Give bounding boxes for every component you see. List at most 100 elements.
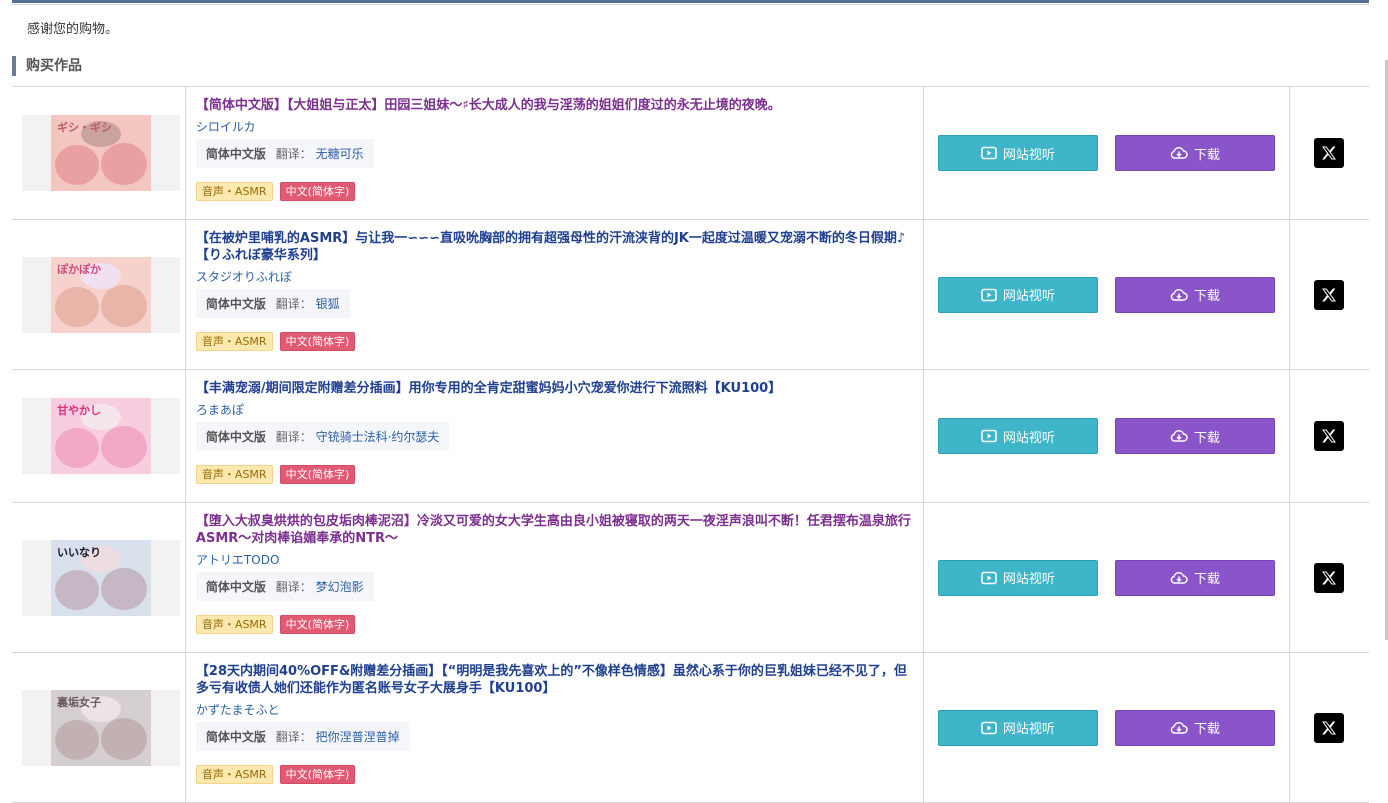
work-title-link[interactable]: 【在被炉里哺乳的ASMR】与让我一∽∽∽直吸吮胸部的拥有超强母性的汗流浃背的JK… <box>196 230 913 264</box>
share-cell <box>1289 219 1369 370</box>
share-cell <box>1289 86 1369 220</box>
work-thumbnail[interactable]: ぽかぽか <box>51 256 151 333</box>
tag-list: 音声・ASMR 中文(简体字) <box>195 180 913 201</box>
translator-prefix: 翻译： <box>275 430 312 444</box>
thumbnail-frame[interactable]: 裏垢女子 <box>22 689 180 766</box>
translator-prefix: 翻译： <box>275 580 312 594</box>
thumbnail-frame[interactable]: ギシ・ギシ <box>22 115 180 191</box>
play-icon <box>981 146 997 160</box>
translation-info: 简体中文版 翻译： 无糖可乐 <box>195 139 374 168</box>
circle-link[interactable]: かずたまそふと <box>196 701 913 718</box>
x-share-button[interactable] <box>1314 279 1345 310</box>
circle-link[interactable]: スタジオりふれぼ <box>196 268 913 285</box>
x-share-button[interactable] <box>1314 138 1345 168</box>
info-cell: 【在被炉里哺乳的ASMR】与让我一∽∽∽直吸吮胸部的拥有超强母性的汗流浃背的JK… <box>185 219 925 370</box>
work-thumbnail[interactable]: 裏垢女子 <box>51 689 151 766</box>
work-title-link[interactable]: 【丰满宠溺/期间限定附赠差分插画】用你专用的全肯定甜蜜妈妈小穴宠爱你进行下流照料… <box>196 380 913 397</box>
play-button[interactable]: 网站视听 <box>937 559 1098 596</box>
tag-voice-asmr[interactable]: 音声・ASMR <box>195 182 273 201</box>
x-share-button[interactable] <box>1314 712 1345 743</box>
download-button-label: 下载 <box>1193 289 1220 304</box>
share-cell <box>1289 369 1369 503</box>
translation-info: 简体中文版 翻译： 守铳骑士法科·约尔瑟夫 <box>195 422 450 451</box>
download-button[interactable]: 下载 <box>1114 276 1275 313</box>
play-button-label: 网站视听 <box>1002 147 1055 163</box>
x-logo-icon <box>1322 146 1337 160</box>
tag-voice-asmr[interactable]: 音声・ASMR <box>195 332 273 351</box>
play-icon <box>981 721 997 734</box>
translator-name[interactable]: 把你涅普涅普掉 <box>316 730 400 744</box>
translator-name[interactable]: 梦幻泡影 <box>316 580 364 594</box>
table-row: 甘やかし 【丰满宠溺/期间限定附赠差分插画】用你专用的全肯定甜蜜妈妈小穴宠爱你进… <box>12 369 1369 503</box>
download-button[interactable]: 下载 <box>1114 559 1275 596</box>
translator-name[interactable]: 无糖可乐 <box>316 147 364 161</box>
lang-version-label: 简体中文版 <box>205 430 266 444</box>
thumbnail-text: 甘やかし <box>57 404 101 417</box>
thumbnail-text: ギシ・ギシ <box>57 121 112 134</box>
actions-cell: 网站视听 下载 <box>923 86 1290 220</box>
table-row: 裏垢女子 【28天内期间40%OFF&附赠差分插画】【“明明是我先喜欢上的”不像… <box>12 652 1369 803</box>
cloud-download-icon <box>1170 430 1188 442</box>
thanks-message: 感谢您的购物。 <box>27 22 119 37</box>
actions-cell: 网站视听 下载 <box>923 502 1290 653</box>
x-logo-icon <box>1322 721 1337 734</box>
tag-language[interactable]: 中文(简体字) <box>279 765 356 784</box>
work-thumbnail[interactable]: ギシ・ギシ <box>51 115 151 191</box>
work-title-link[interactable]: 【堕入大叔臭烘烘的包皮垢肉棒泥沼】冷淡又可爱的女大学生高由良小姐被寝取的两天一夜… <box>196 513 913 547</box>
circle-link[interactable]: シロイルカ <box>196 118 913 135</box>
x-share-button[interactable] <box>1314 562 1345 593</box>
translator-name[interactable]: 银狐 <box>316 297 340 311</box>
tag-voice-asmr[interactable]: 音声・ASMR <box>195 765 273 784</box>
tag-list: 音声・ASMR 中文(简体字) <box>195 763 913 784</box>
circle-link[interactable]: ろまあぽ <box>196 401 913 418</box>
play-button[interactable]: 网站视听 <box>937 135 1098 171</box>
download-button-label: 下载 <box>1193 722 1220 737</box>
play-button[interactable]: 网站视听 <box>937 418 1098 454</box>
thumbnail-text: いいなり <box>57 545 101 559</box>
tag-language[interactable]: 中文(简体字) <box>279 332 356 351</box>
play-button-label: 网站视听 <box>1002 289 1055 304</box>
tag-voice-asmr[interactable]: 音声・ASMR <box>195 615 273 634</box>
x-logo-icon <box>1322 429 1337 443</box>
circle-link[interactable]: アトリエTODO <box>196 551 913 568</box>
translator-prefix: 翻译： <box>275 730 312 744</box>
play-button[interactable]: 网站视听 <box>937 276 1098 313</box>
tag-voice-asmr[interactable]: 音声・ASMR <box>195 465 273 484</box>
translator-prefix: 翻译： <box>275 297 312 311</box>
translator-name[interactable]: 守铳骑士法科·约尔瑟夫 <box>316 430 440 444</box>
download-button-label: 下载 <box>1193 430 1220 446</box>
play-button-label: 网站视听 <box>1002 430 1055 446</box>
thumbnail-frame[interactable]: ぽかぽか <box>22 256 180 333</box>
thumbnail-cell: いいなり <box>12 502 186 653</box>
actions-cell: 网站视听 下载 <box>923 219 1290 370</box>
table-row: いいなり 【堕入大叔臭烘烘的包皮垢肉棒泥沼】冷淡又可爱的女大学生高由良小姐被寝取… <box>12 502 1369 653</box>
download-button-label: 下载 <box>1193 147 1220 163</box>
thumbnail-frame[interactable]: いいなり <box>22 539 180 616</box>
work-thumbnail[interactable]: いいなり <box>51 539 151 616</box>
download-button-label: 下载 <box>1193 572 1220 587</box>
download-button[interactable]: 下载 <box>1114 418 1275 454</box>
lang-version-label: 简体中文版 <box>205 297 266 311</box>
x-share-button[interactable] <box>1314 421 1345 451</box>
table-row: ギシ・ギシ 【简体中文版】【大姐姐与正太】田园三姐妹～♯长大成人的我与淫荡的姐姐… <box>12 86 1369 220</box>
tag-language[interactable]: 中文(简体字) <box>279 615 356 634</box>
thumbnail-text: ぽかぽか <box>57 262 101 276</box>
thumbnail-frame[interactable]: 甘やかし <box>22 398 180 474</box>
x-logo-icon <box>1322 571 1337 584</box>
tag-language[interactable]: 中文(简体字) <box>279 182 356 201</box>
tag-language[interactable]: 中文(简体字) <box>279 465 356 484</box>
download-button[interactable]: 下载 <box>1114 709 1275 746</box>
info-cell: 【28天内期间40%OFF&附赠差分插画】【“明明是我先喜欢上的”不像样色情感】… <box>185 652 925 803</box>
purchased-works-table: ギシ・ギシ 【简体中文版】【大姐姐与正太】田园三姐妹～♯长大成人的我与淫荡的姐姐… <box>12 86 1369 803</box>
play-icon <box>981 571 997 584</box>
translation-info: 简体中文版 翻译： 银狐 <box>195 289 350 318</box>
work-thumbnail[interactable]: 甘やかし <box>51 398 151 474</box>
top-rule <box>12 0 1369 3</box>
work-title-link[interactable]: 【28天内期间40%OFF&附赠差分插画】【“明明是我先喜欢上的”不像样色情感】… <box>196 663 913 697</box>
download-button[interactable]: 下载 <box>1114 135 1275 171</box>
cloud-download-icon <box>1170 721 1188 734</box>
cloud-download-icon <box>1170 571 1188 584</box>
work-title-link[interactable]: 【简体中文版】【大姐姐与正太】田园三姐妹～♯长大成人的我与淫荡的姐姐们度过的永无… <box>196 97 913 114</box>
thumbnail-text: 裏垢女子 <box>57 695 101 709</box>
play-button[interactable]: 网站视听 <box>937 709 1098 746</box>
